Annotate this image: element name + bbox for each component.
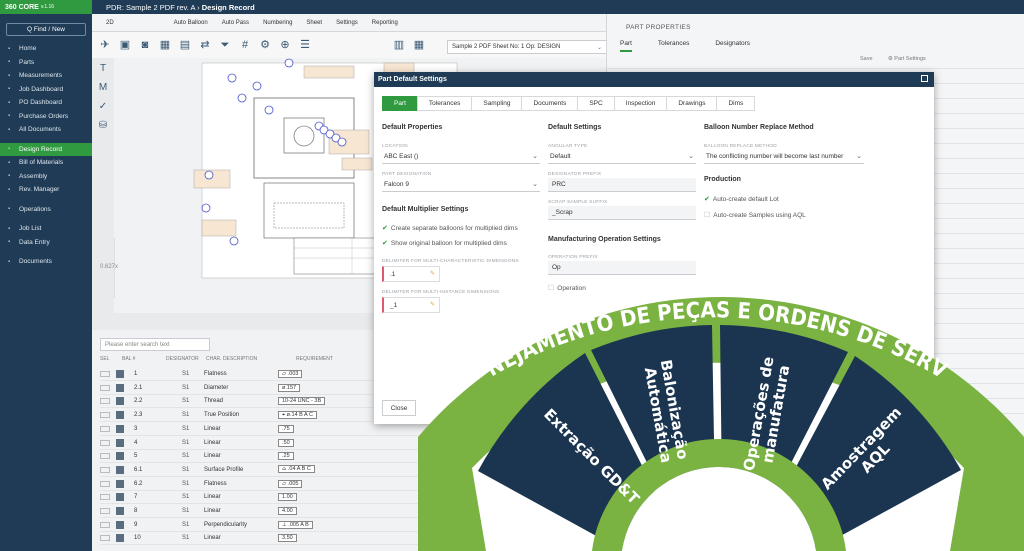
marketing-overlay: PLANEJAMENTO DE PEÇAS E ORDENS DE SERVIÇ… <box>0 0 1024 551</box>
overlay-title: PLANEJAMENTO DE PEÇAS E ORDENS DE SERVIÇ… <box>0 0 952 384</box>
